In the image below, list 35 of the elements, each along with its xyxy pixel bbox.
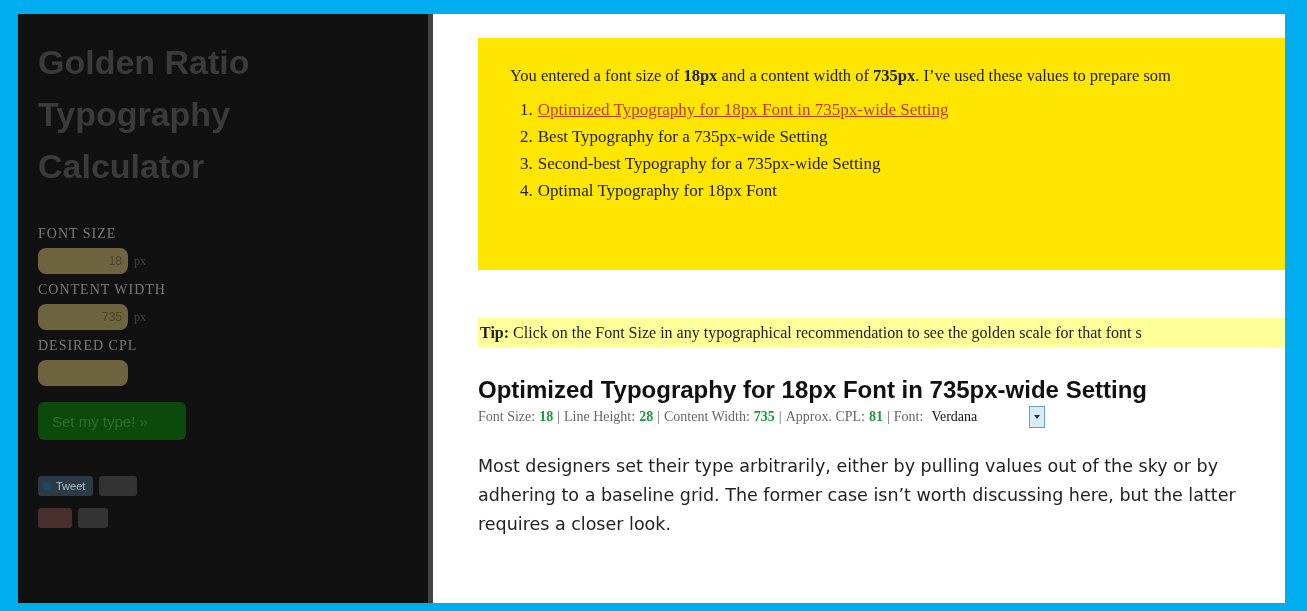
separator: |: [557, 409, 560, 425]
field-label: CONTENT WIDTH: [38, 282, 167, 298]
meta-value[interactable]: 735: [753, 409, 775, 425]
meta-value[interactable]: 28: [639, 409, 654, 425]
input-field[interactable]: [38, 360, 128, 386]
list-number: 1.: [520, 100, 533, 120]
separator: |: [778, 409, 782, 425]
meta-label: Font:: [893, 409, 924, 425]
separator: |: [657, 409, 660, 425]
intro-text: You entered a font size of 18px and a content width of 735px. I’ve used these values to prepare som: [510, 66, 1172, 86]
list-number: 3.: [520, 154, 533, 174]
meta-label: Line Height:: [564, 409, 636, 425]
font-value: Verdana: [931, 409, 979, 425]
meta-value[interactable]: 81: [869, 409, 883, 425]
list-number: 4.: [520, 181, 533, 201]
recommendation-link[interactable]: Best Typography for a 735px-wide Setting: [537, 127, 828, 147]
field-label: FONT SIZE: [38, 226, 118, 242]
recommendation-link[interactable]: Optimized Typography for 18px Font in 735px-wide Setting: [537, 100, 949, 120]
meta-label: Approx. CPL:: [785, 409, 865, 425]
separator: |: [887, 409, 890, 425]
meta-value[interactable]: 18: [539, 409, 554, 425]
body-paragraph: Most designers set their type arbitrarily, either by pulling values out of the sky or by adhering to a baseline grid. The former case isn’t worth discussing here, but the latter requires a closer look.: [478, 455, 1237, 536]
caret-icon: [1034, 415, 1041, 419]
recommendation-link[interactable]: Second-best Typography for a 735px-wide Setting: [537, 154, 881, 174]
share-count: [99, 476, 138, 496]
field-label: DESIRED CPL: [38, 338, 139, 354]
tweet-button[interactable]: Tweet: [38, 476, 94, 496]
section-heading: Optimized Typography for 18px Font in 735px-wide Setting: [478, 376, 1148, 404]
meta-label: Content Width:: [663, 409, 750, 425]
dropdown-button[interactable]: [1029, 406, 1046, 428]
share-count: [78, 508, 108, 528]
recommendation-link[interactable]: Optimal Typography for 18px Font: [537, 181, 778, 201]
tip-text: Tip: Click on the Font Size in any typographical recommendation to see the golden scale for that font s: [478, 318, 1285, 348]
meta-label: Font Size:: [478, 409, 536, 425]
list-number: 2.: [520, 127, 533, 147]
